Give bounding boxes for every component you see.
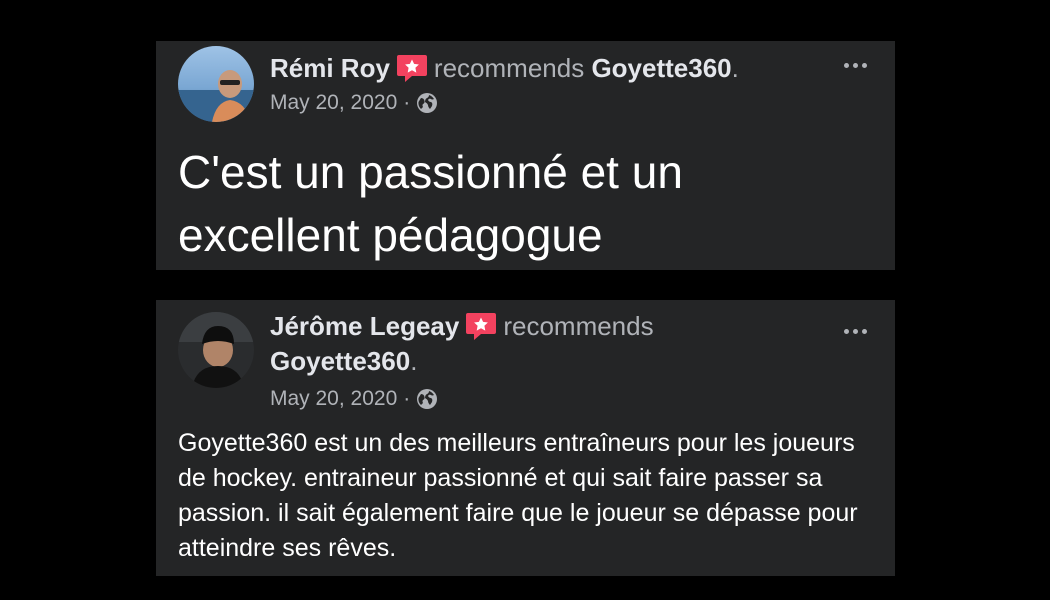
dot (862, 63, 867, 68)
dot (853, 329, 858, 334)
avatar[interactable] (178, 46, 254, 122)
reviewer-name[interactable]: Rémi Roy (270, 53, 390, 83)
recommend-star-icon (466, 313, 497, 340)
review-headline: Rémi Roy recommends Goyette360. (270, 51, 830, 86)
review-date[interactable]: May 20, 2020 (270, 91, 397, 115)
period: . (731, 53, 739, 83)
recommends-verb: recommends (503, 311, 654, 341)
more-options-button[interactable] (844, 329, 867, 334)
globe-icon (417, 389, 438, 409)
review-meta: May 20, 2020 · (270, 91, 438, 115)
dot (844, 63, 849, 68)
recommend-star-icon (396, 55, 427, 82)
page-name[interactable]: Goyette360 (591, 53, 731, 83)
review-meta: May 20, 2020 · (270, 387, 438, 411)
review-date[interactable]: May 20, 2020 (270, 387, 397, 411)
page-name[interactable]: Goyette360 (270, 346, 410, 376)
review-text: C'est un passionné et un excellent pédag… (178, 146, 683, 261)
recommends-verb: recommends (433, 53, 585, 83)
period: . (410, 346, 418, 376)
dot (862, 329, 867, 334)
avatar[interactable] (178, 312, 254, 388)
review-card: Jérôme Legeay recommends Goyette360. May… (156, 300, 895, 576)
review-headline: Jérôme Legeay recommends Goyette360. (270, 309, 740, 379)
review-card: Rémi Roy recommends Goyette360. May 20, … (156, 41, 895, 270)
meta-separator: · (403, 91, 411, 114)
review-text: Goyette360 est un des meilleurs entraîne… (178, 429, 858, 562)
meta-separator: · (403, 387, 411, 410)
globe-icon (417, 93, 438, 113)
reviewer-name[interactable]: Jérôme Legeay (270, 311, 459, 341)
more-options-button[interactable] (844, 63, 867, 68)
dot (844, 329, 849, 334)
dot (853, 63, 858, 68)
